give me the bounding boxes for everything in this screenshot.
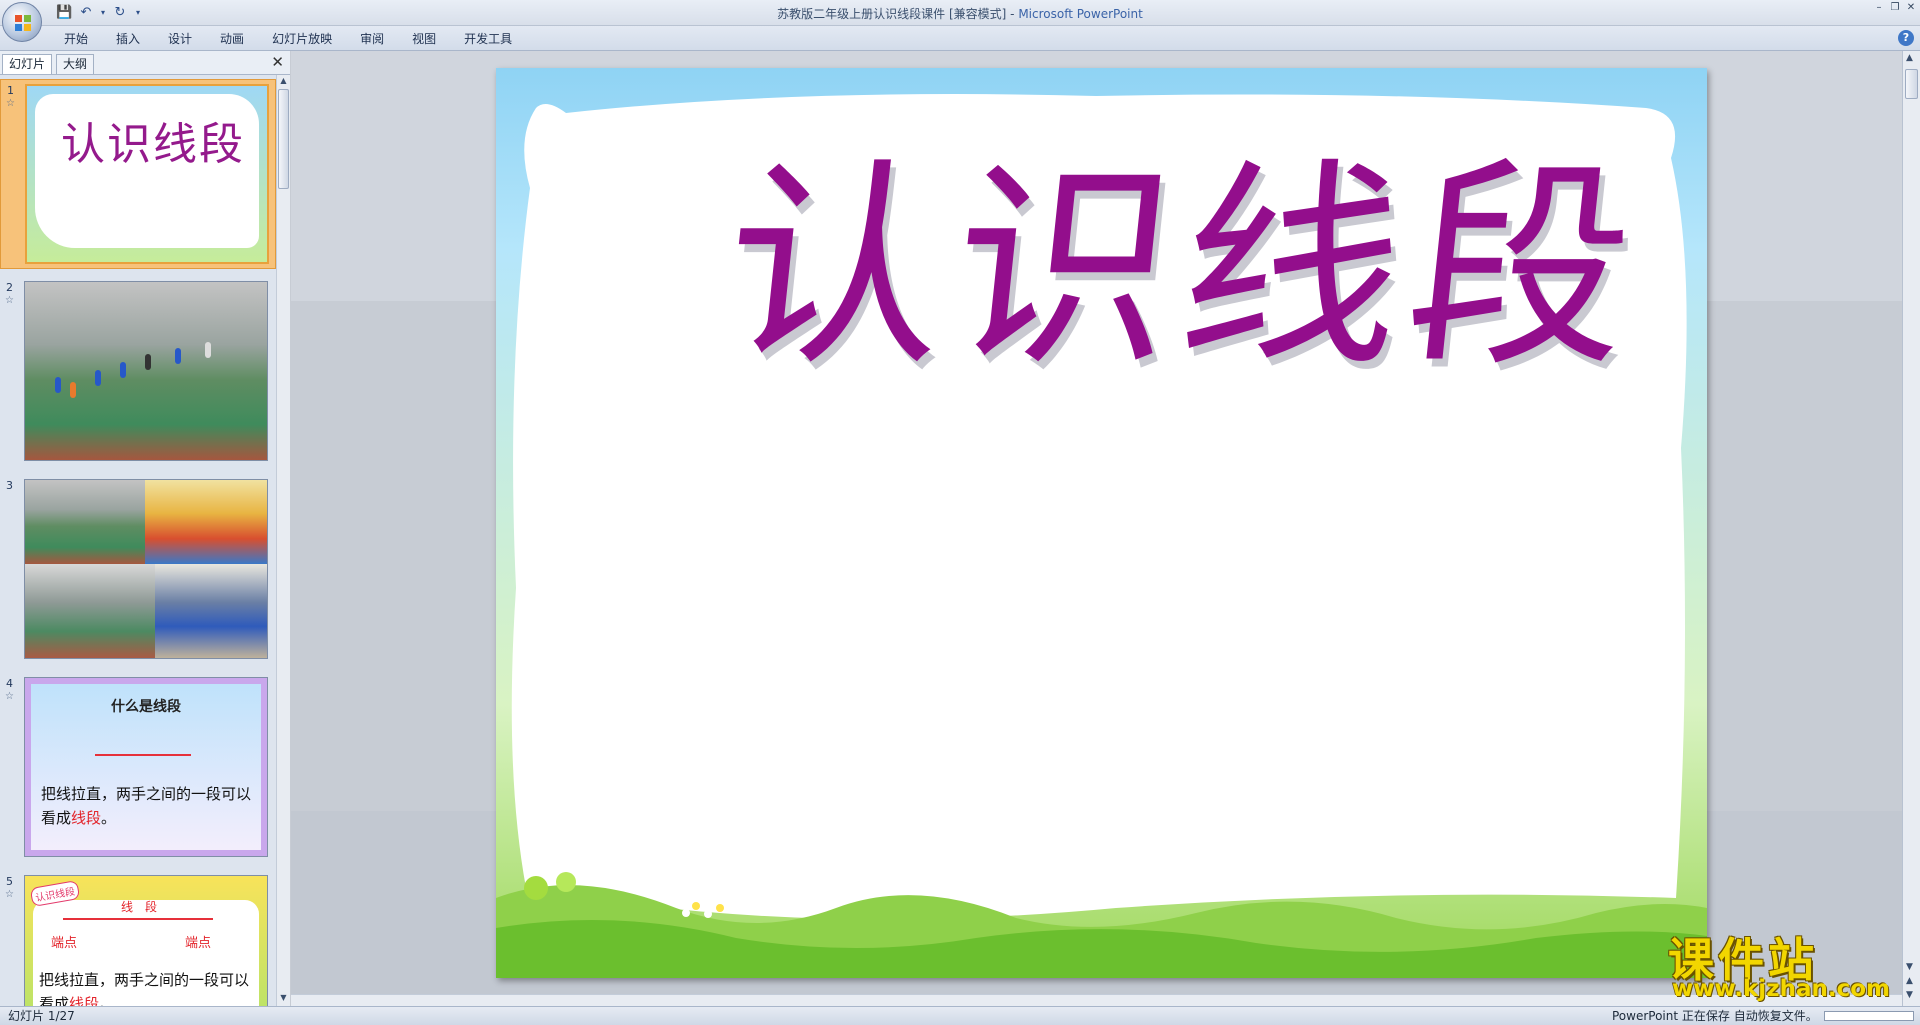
photo-figure [70,382,76,398]
photo-figure [95,370,101,386]
thumbnail-title: 什么是线段 [111,699,181,715]
ribbon: 开始 插入 设计 动画 幻灯片放映 审阅 视图 开发工具 ? [0,26,1920,51]
thumbnail-preview: 什么是线段 把线拉直，两手之间的一段可以看成线段。 [24,677,268,857]
title-bar: 💾 ↶ ▾ ↻ ▾ 苏教版二年级上册认识线段课件 [兼容模式] - Micros… [0,0,1920,26]
segment-line [95,754,191,756]
slide-thumbnail-2[interactable]: 2 ☆ [0,277,276,467]
body-text-end: 。 [101,809,117,827]
photo-figure [55,377,61,393]
slide-thumbnail-1[interactable]: 1 ☆ 认识线段 [0,79,276,269]
tab-design[interactable]: 设计 [154,30,206,48]
thumbnail-preview: 认识线段 线 段 端点 端点 把线拉直，两手之间的一段可以看成线段。 [24,875,268,1006]
slide-number: 3 [6,479,13,492]
thumbnail-preview [24,479,268,659]
watermark-url: www.kjzhan.com [1672,976,1890,1002]
animation-star-icon: ☆ [6,98,15,109]
help-icon[interactable]: ? [1898,30,1914,46]
tab-developer[interactable]: 开发工具 [450,30,526,48]
slide-number: 4 [6,677,13,690]
scroll-thumb[interactable] [1905,69,1918,99]
slide-indicator: 幻灯片 1/27 [8,1009,75,1023]
slide-thumbnail-4[interactable]: 4 ☆ 什么是线段 把线拉直，两手之间的一段可以看成线段。 [0,673,276,863]
grass-hills [496,872,1707,978]
photo-top-right [145,480,267,564]
tab-view[interactable]: 视图 [398,30,450,48]
close-icon[interactable]: ✕ [1906,2,1916,13]
slide-thumbnail-3[interactable]: 3 [0,475,276,665]
tab-slideshow[interactable]: 幻灯片放映 [258,30,346,48]
scroll-thumb[interactable] [278,89,289,189]
office-button[interactable] [2,2,42,42]
tab-outline[interactable]: 大纲 [56,54,95,74]
restore-icon[interactable]: ❐ [1890,2,1900,13]
slide-thumbnail-5[interactable]: 5 ☆ 认识线段 线 段 端点 端点 把线拉直，两手之间的一段可以看成线段。 [0,871,276,1006]
slide-number: 1 [7,84,14,97]
photo-figure [175,348,181,364]
scroll-down-icon[interactable]: ▼ [278,993,289,1005]
animation-star-icon: ☆ [5,889,14,900]
thumbnails-scrollbar[interactable]: ▲ ▼ [276,75,290,1006]
save-progress-bar [1824,1011,1914,1021]
tug-of-war-photo [25,282,267,460]
tab-home[interactable]: 开始 [50,30,102,48]
autosave-message: PowerPoint 正在保存 自动恢复文件。 [1612,1009,1818,1023]
segment-label: 线 段 [121,900,158,914]
scroll-up-icon[interactable]: ▲ [1906,53,1913,63]
watermark-logo: 课件站 www.kjzhan.com [1668,924,1914,1002]
tab-insert[interactable]: 插入 [102,30,154,48]
scroll-up-icon[interactable]: ▲ [278,76,289,88]
close-pane-icon[interactable]: ✕ [271,53,284,71]
thumbnail-preview: 认识线段 [25,84,269,264]
editor-horizontal-scrollbar[interactable] [291,994,1902,1006]
photo-figure [205,342,211,358]
endpoint-label-left: 端点 [51,936,78,951]
animation-star-icon: ☆ [5,295,14,306]
minimize-icon[interactable]: – [1874,2,1884,13]
editor-vertical-scrollbar[interactable]: ▲ ▼ ▲ ▼ [1902,51,1920,1006]
photo-figure [120,362,126,378]
window-title: 苏教版二年级上册认识线段课件 [兼容模式] - Microsoft PowerP… [777,7,1143,21]
current-slide[interactable]: 认识线段 [496,68,1707,978]
slides-pane: 幻灯片 大纲 ✕ 1 ☆ 认识线段 2 ☆ 3 4 ☆ 什么是线段 把线拉直，两… [0,51,290,1006]
thumbnail-body: 把线拉直，两手之间的一段可以看成线段。 [39,968,254,1006]
window-controls: – ❐ ✕ [1874,2,1916,13]
endpoint-label-right: 端点 [185,936,212,951]
highlight-text: 线段 [69,995,100,1006]
tab-review[interactable]: 审阅 [346,30,398,48]
thumbnail-preview [24,281,268,461]
photo-figure [145,354,151,370]
photo-bottom-right [155,564,267,658]
slide-title[interactable]: 认识线段 [713,140,1652,396]
segment-line [63,918,213,920]
photo-bottom-left [25,564,155,658]
ribbon-tabs: 开始 插入 设计 动画 幻灯片放映 审阅 视图 开发工具 [50,30,526,48]
office-logo-icon [15,15,31,31]
tab-slides[interactable]: 幻灯片 [2,54,53,74]
slide-number: 2 [6,281,13,294]
status-bar: 幻灯片 1/27 PowerPoint 正在保存 自动恢复文件。 [0,1006,1920,1025]
slide-number: 5 [6,875,13,888]
highlight-text: 线段 [71,809,102,827]
animation-star-icon: ☆ [5,691,14,702]
thumbnail-body: 把线拉直，两手之间的一段可以看成线段。 [41,782,251,830]
slide-thumbnails[interactable]: 1 ☆ 认识线段 2 ☆ 3 4 ☆ 什么是线段 把线拉直，两手之间的一段可以看… [0,75,276,1006]
tab-animations[interactable]: 动画 [206,30,258,48]
body-text-end: 。 [99,995,115,1006]
thumbnail-title: 认识线段 [61,119,245,170]
pane-tabs: 幻灯片 大纲 ✕ [0,51,290,75]
photo-top-left [25,480,145,564]
